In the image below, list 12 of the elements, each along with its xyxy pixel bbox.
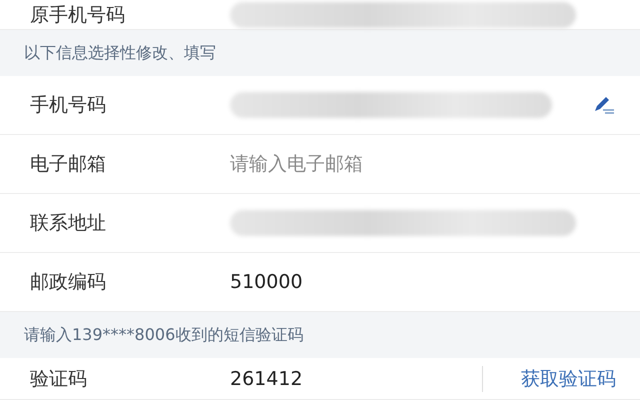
section-title: 请输入139****8006收到的短信验证码 bbox=[24, 324, 304, 346]
edit-icon[interactable] bbox=[592, 95, 616, 115]
section-title: 以下信息选择性修改、填写 bbox=[24, 42, 216, 64]
get-code-button[interactable]: 获取验证码 bbox=[482, 366, 616, 392]
field-label: 原手机号码 bbox=[30, 2, 126, 28]
field-label: 联系地址 bbox=[30, 211, 107, 236]
field-value: 261412 bbox=[230, 368, 304, 390]
field-value: 510000 bbox=[230, 271, 304, 293]
field-label: 验证码 bbox=[30, 366, 88, 392]
field-label: 手机号码 bbox=[30, 93, 107, 118]
field-label: 电子邮箱 bbox=[30, 152, 107, 177]
field-label: 邮政编码 bbox=[30, 270, 107, 295]
